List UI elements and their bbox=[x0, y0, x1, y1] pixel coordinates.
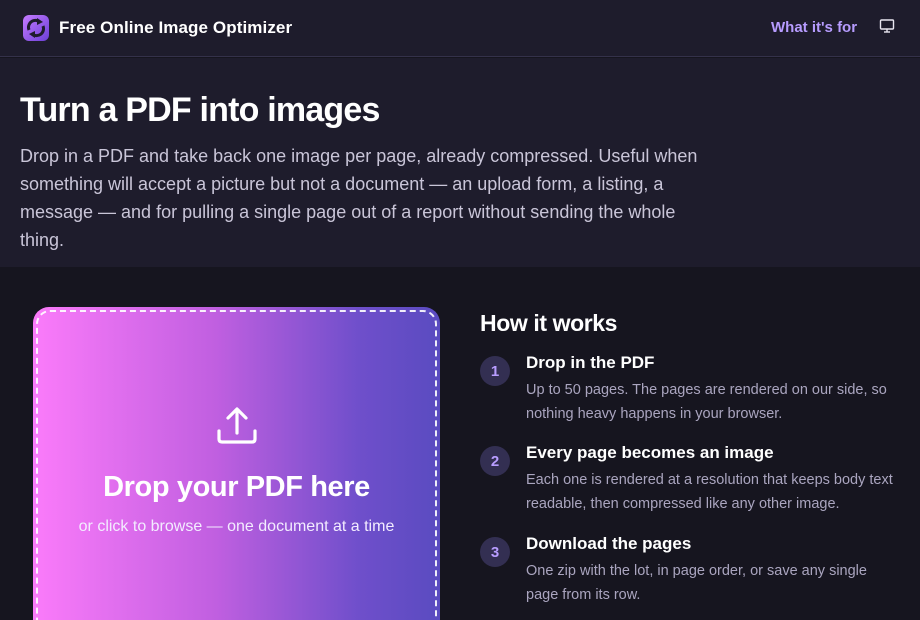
step-title: Every page becomes an image bbox=[526, 443, 774, 462]
page-title: Turn a PDF into images bbox=[20, 91, 380, 129]
how-it-works-heading: How it works bbox=[480, 310, 618, 336]
step-number-badge: 1 bbox=[480, 356, 510, 386]
page-description: Drop in a PDF and take back one image pe… bbox=[20, 146, 698, 250]
monitor-icon[interactable] bbox=[879, 18, 895, 34]
step-description: One zip with the lot, in page order, or … bbox=[526, 563, 867, 603]
refresh-arrows-logo-icon[interactable] bbox=[23, 15, 49, 41]
dropzone-title: Drop your PDF here bbox=[103, 471, 370, 503]
nav-link-what-its-for[interactable]: What it's for bbox=[771, 19, 857, 36]
dropzone-subtitle: or click to browse — one document at a t… bbox=[78, 518, 395, 535]
step-title: Download the pages bbox=[526, 534, 692, 553]
hero-section: Turn a PDF into images Drop in a PDF and… bbox=[0, 58, 920, 267]
pdf-dropzone[interactable]: Drop your PDF here or click to browse — … bbox=[33, 307, 440, 620]
step-title: Drop in the PDF bbox=[526, 353, 655, 372]
brand-name[interactable]: Free Online Image Optimizer bbox=[59, 18, 292, 38]
step-number-badge: 2 bbox=[480, 446, 510, 476]
top-bar: Free Online Image Optimizer What it's fo… bbox=[0, 0, 920, 57]
upload-icon bbox=[217, 407, 257, 444]
step-description: Up to 50 pages. The pages are rendered o… bbox=[526, 382, 887, 422]
step-description: Each one is rendered at a resolution tha… bbox=[526, 472, 893, 512]
step-number-badge: 3 bbox=[480, 537, 510, 567]
